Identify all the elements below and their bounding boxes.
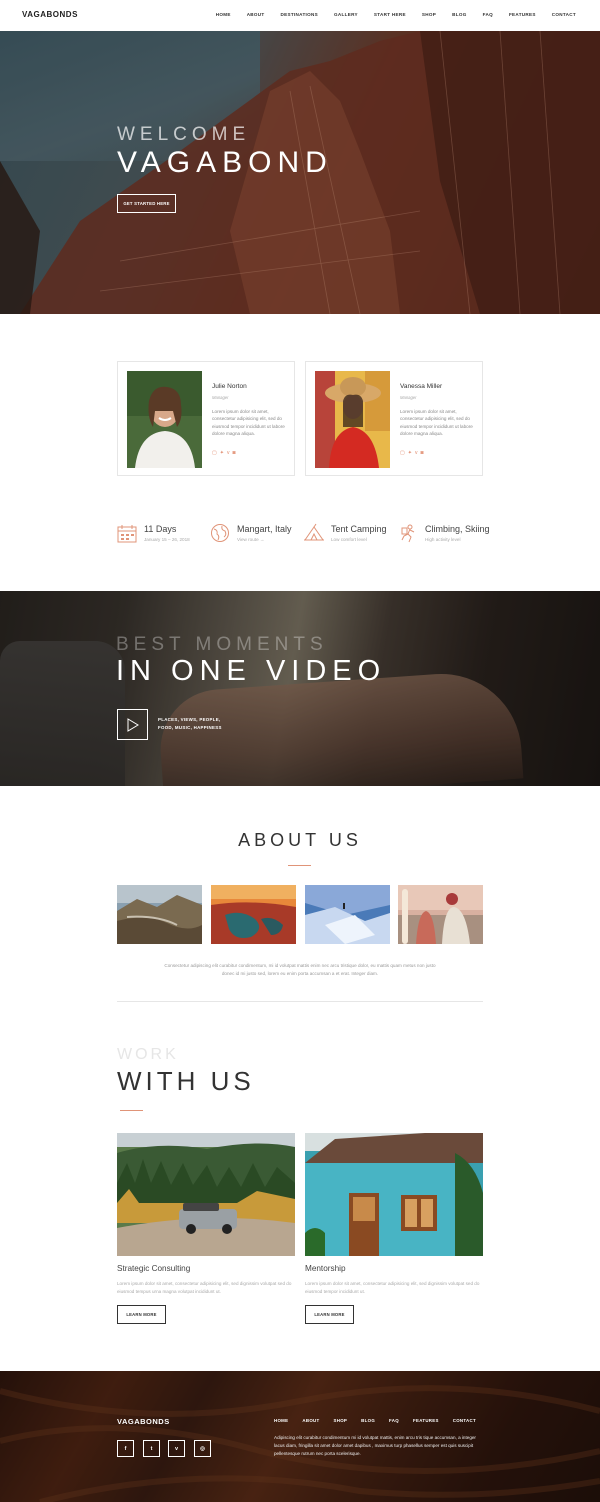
- nav-contact[interactable]: CONTACT: [552, 12, 576, 17]
- learn-more-button[interactable]: LEARN MORE: [305, 1305, 354, 1324]
- facebook-icon[interactable]: ▢: [400, 450, 405, 456]
- work-subtitle: WORK: [117, 1046, 179, 1063]
- member-bio: Lorem ipsum dolor sit amet, consectetur …: [212, 409, 285, 437]
- about-title: ABOUT US: [238, 830, 362, 850]
- feature-title: 11 Days: [144, 524, 177, 534]
- about-image-canyon: [211, 885, 296, 944]
- about-image-ice: [305, 885, 390, 944]
- vimeo-icon[interactable]: v: [227, 450, 230, 456]
- feature-sub: High activity level: [425, 537, 461, 542]
- julie-photo: [127, 371, 202, 468]
- footer-nav-faq[interactable]: FAQ: [389, 1418, 399, 1423]
- footer-nav-contact[interactable]: CONTACT: [453, 1418, 476, 1423]
- vanessa-photo: [315, 371, 390, 468]
- about-text: Consectetur adipiscing elit curabitur co…: [164, 963, 436, 976]
- hero-welcome: WELCOME: [117, 124, 251, 145]
- work-item-title: Mentorship: [305, 1264, 346, 1273]
- view-route-link[interactable]: View route →: [237, 537, 265, 542]
- hero-title: VAGABOND: [117, 146, 333, 179]
- instagram-icon[interactable]: ◎: [194, 1440, 211, 1457]
- feature-title: Climbing, Skiing: [425, 524, 490, 534]
- facebook-icon[interactable]: f: [117, 1440, 134, 1457]
- member-name: Julie Norton: [212, 383, 247, 390]
- work-item-title: Strategic Consulting: [117, 1264, 191, 1273]
- nav-home[interactable]: HOME: [216, 12, 231, 17]
- feature-camping: Tent Camping Low comfort level: [304, 521, 399, 547]
- twitter-icon[interactable]: ✦: [220, 450, 224, 456]
- video-caption: PLACES, VIEWS, PEOPLE, FOOD, MUSIC, HAPP…: [158, 716, 222, 732]
- member-bio: Lorem ipsum dolor sit amet, consectetur …: [400, 409, 473, 437]
- team-card-julie: Julie Norton Manager Lorem ipsum dolor s…: [117, 361, 295, 476]
- nav-blog[interactable]: BLOG: [452, 12, 466, 17]
- footer-nav-home[interactable]: HOME: [274, 1418, 288, 1423]
- vimeo-icon[interactable]: v: [168, 1440, 185, 1457]
- video-caption-line2: FOOD, MUSIC, HAPPINESS: [158, 724, 222, 730]
- main-nav: HOME ABOUT DESTINATIONS GALLERY START HE…: [216, 12, 576, 17]
- feature-location: Mangart, Italy View route →: [210, 521, 305, 547]
- about-image-surfers: [398, 885, 483, 944]
- nav-destinations[interactable]: DESTINATIONS: [281, 12, 318, 17]
- section-divider: [117, 1001, 483, 1002]
- work-item-text: Lorem ipsum dolor sit amet, consectetur …: [117, 1281, 292, 1294]
- nav-start-here[interactable]: START HERE: [374, 12, 406, 17]
- site-header: VAGABONDS HOME ABOUT DESTINATIONS GALLER…: [0, 0, 600, 31]
- twitter-icon[interactable]: ✦: [408, 450, 412, 456]
- climber-icon: [401, 524, 415, 543]
- learn-more-button[interactable]: LEARN MORE: [117, 1305, 166, 1324]
- facebook-icon[interactable]: ▢: [212, 450, 217, 456]
- nav-faq[interactable]: FAQ: [483, 12, 493, 17]
- work-item-text: Lorem ipsum dolor sit amet, consectetur …: [305, 1281, 480, 1294]
- nav-gallery[interactable]: GALLERY: [334, 12, 358, 17]
- feature-sub: January 15 – 26, 2018: [144, 537, 190, 542]
- member-role: Manager: [212, 395, 229, 400]
- video-caption-line1: PLACES, VIEWS, PEOPLE,: [158, 717, 221, 722]
- work-title: WITH US: [117, 1066, 255, 1096]
- site-logo[interactable]: VAGABONDS: [22, 10, 78, 19]
- tent-icon: [304, 523, 324, 541]
- nav-about[interactable]: ABOUT: [247, 12, 265, 17]
- work-accent-line: [120, 1110, 143, 1111]
- get-started-button[interactable]: GET STARTED HERE: [117, 194, 176, 213]
- consulting-image: [117, 1133, 295, 1256]
- instagram-icon[interactable]: ◙: [232, 450, 235, 456]
- feature-title: Mangart, Italy: [237, 524, 292, 534]
- about-accent-line: [288, 865, 311, 866]
- footer-nav-shop[interactable]: SHOP: [334, 1418, 348, 1423]
- footer-nav-features[interactable]: FEATURES: [413, 1418, 439, 1423]
- member-socials: ▢ ✦ v ◙: [400, 450, 423, 456]
- footer-logo[interactable]: VAGABONDS: [117, 1417, 170, 1426]
- feature-duration: 11 Days January 15 – 26, 2018: [117, 521, 212, 547]
- play-icon: [127, 718, 139, 732]
- about-image-volcano: [117, 885, 202, 944]
- footer-nav: HOME ABOUT SHOP BLOG FAQ FEATURES CONTAC…: [274, 1418, 476, 1423]
- feature-title: Tent Camping: [331, 524, 387, 534]
- feature-activity: Climbing, Skiing High activity level: [398, 521, 490, 547]
- video-title: IN ONE VIDEO: [116, 655, 387, 687]
- member-socials: ▢ ✦ v ◙: [212, 450, 235, 456]
- member-name: Vanessa Miller: [400, 383, 443, 390]
- vimeo-icon[interactable]: v: [415, 450, 418, 456]
- footer-text: Adipiscing elit curabitur condimentum mi…: [274, 1435, 476, 1456]
- video-section: [0, 591, 600, 786]
- instagram-icon[interactable]: ◙: [420, 450, 423, 456]
- footer-nav-about[interactable]: ABOUT: [302, 1418, 319, 1423]
- nav-features[interactable]: FEATURES: [509, 12, 536, 17]
- nav-shop[interactable]: SHOP: [422, 12, 436, 17]
- play-video-button[interactable]: [117, 709, 148, 740]
- globe-icon: [211, 524, 229, 542]
- footer-nav-blog[interactable]: BLOG: [361, 1418, 375, 1423]
- member-role: Manager: [400, 395, 417, 400]
- calendar-icon: [117, 525, 137, 543]
- twitter-icon[interactable]: t: [143, 1440, 160, 1457]
- mentorship-image: [305, 1133, 483, 1256]
- video-overlay: [0, 591, 600, 786]
- video-subtitle: BEST MOMENTS: [116, 634, 328, 655]
- feature-sub: Low comfort level: [331, 537, 367, 542]
- team-card-vanessa: Vanessa Miller Manager Lorem ipsum dolor…: [305, 361, 483, 476]
